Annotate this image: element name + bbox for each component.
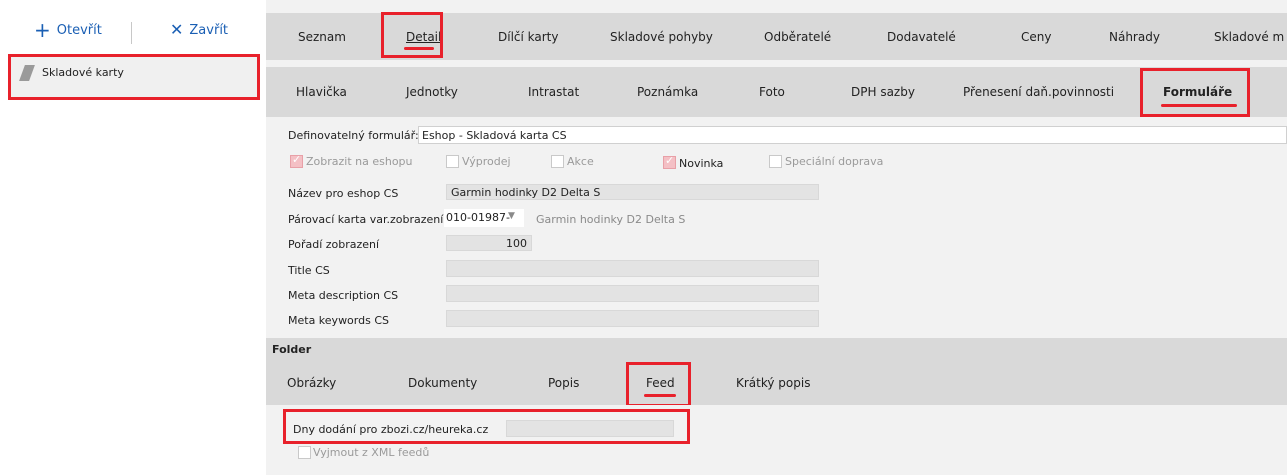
meta-kw-label: Meta keywords CS xyxy=(288,314,389,327)
def-form-value: Eshop - Skladová karta CS xyxy=(422,129,567,142)
pair-select[interactable]: 010-01987- ▼ xyxy=(444,209,524,227)
folder-title: Folder xyxy=(272,343,312,356)
tab-nahrady[interactable]: Náhrady xyxy=(1109,30,1160,44)
name-value: Garmin hodinky D2 Delta S xyxy=(451,186,601,199)
tab-skladove-m[interactable]: Skladové m xyxy=(1214,30,1284,44)
checkbox-specialni-doprava[interactable] xyxy=(769,155,782,168)
highlight-detail-tab xyxy=(381,12,443,58)
highlight-feed-tab xyxy=(626,362,691,407)
chevron-down-icon: ▼ xyxy=(508,211,515,221)
checkbox-novinka[interactable] xyxy=(663,154,676,169)
order-value: 100 xyxy=(506,237,527,250)
checkbox-zobrazit-label: Zobrazit na eshopu xyxy=(306,155,413,168)
tab-popis[interactable]: Popis xyxy=(548,376,579,390)
def-form-field[interactable]: Eshop - Skladová karta CS xyxy=(418,126,1287,144)
checkbox-akce-label: Akce xyxy=(567,155,594,168)
tab-preneseni[interactable]: Přenesení daň.povinnosti xyxy=(963,85,1114,99)
name-field[interactable]: Garmin hodinky D2 Delta S xyxy=(446,184,819,200)
tab-dokumenty[interactable]: Dokumenty xyxy=(408,376,477,390)
tab-ceny[interactable]: Ceny xyxy=(1021,30,1051,44)
checkbox-akce[interactable] xyxy=(551,155,564,168)
close-button[interactable]: ✕ Zavřít xyxy=(170,22,228,38)
sub-tab-bar: Hlavička Jednotky Intrastat Poznámka Fot… xyxy=(266,67,1287,117)
title-label: Title CS xyxy=(288,264,330,277)
form-panel: Definovatelný formulář: Eshop - Skladová… xyxy=(266,120,1287,338)
checkbox-vyprodej-label: Výprodej xyxy=(462,155,511,168)
name-label: Název pro eshop CS xyxy=(288,187,399,200)
tab-dodavatele[interactable]: Dodavatelé xyxy=(887,30,956,44)
def-form-label: Definovatelný formulář: xyxy=(288,129,419,142)
title-field[interactable] xyxy=(446,260,819,277)
pair-value: 010-01987- xyxy=(446,211,510,224)
checkbox-novinka-label: Novinka xyxy=(679,157,724,170)
open-label: Otevřít xyxy=(56,22,102,38)
pair-label: Párovací karta var.zobrazení xyxy=(288,213,444,226)
checkbox-zobrazit[interactable] xyxy=(290,153,303,168)
tab-seznam[interactable]: Seznam xyxy=(298,30,346,44)
pair-desc: Garmin hodinky D2 Delta S xyxy=(536,213,686,226)
checkbox-vyprodej[interactable] xyxy=(446,155,459,168)
tab-odberatele[interactable]: Odběratelé xyxy=(764,30,831,44)
plus-icon: + xyxy=(34,18,51,42)
highlight-nav-item xyxy=(8,54,260,100)
tab-kratky-popis[interactable]: Krátký popis xyxy=(736,376,810,390)
order-field[interactable]: 100 xyxy=(446,235,532,251)
close-label: Zavřít xyxy=(189,22,229,38)
tab-poznamka[interactable]: Poznámka xyxy=(637,85,698,99)
meta-kw-field[interactable] xyxy=(446,310,819,327)
close-icon: ✕ xyxy=(170,20,184,39)
highlight-formulare-tab xyxy=(1140,68,1250,117)
open-button[interactable]: + Otevřít xyxy=(34,18,102,42)
tab-obrazky[interactable]: Obrázky xyxy=(287,376,336,390)
checkbox-specialni-doprava-label: Speciální doprava xyxy=(785,155,884,168)
checkbox-exclude-xml[interactable] xyxy=(298,446,311,459)
highlight-days-field xyxy=(283,409,690,444)
tab-dph-sazby[interactable]: DPH sazby xyxy=(851,85,915,99)
tab-jednotky[interactable]: Jednotky xyxy=(406,85,458,99)
main-area: Seznam Detail Dílčí karty Skladové pohyb… xyxy=(266,0,1287,475)
toolbar-divider xyxy=(131,22,132,44)
meta-desc-field[interactable] xyxy=(446,285,819,302)
tab-dilci-karty[interactable]: Dílčí karty xyxy=(498,30,559,44)
left-panel: + Otevřít ✕ Zavřít Skladové karty xyxy=(0,0,262,475)
tab-intrastat[interactable]: Intrastat xyxy=(528,85,579,99)
folder-bar: Folder Obrázky Dokumenty Popis Feed Krát… xyxy=(266,338,1287,405)
tab-skladove-pohyby[interactable]: Skladové pohyby xyxy=(610,30,713,44)
meta-desc-label: Meta description CS xyxy=(288,289,399,302)
tab-hlavicka[interactable]: Hlavička xyxy=(296,85,347,99)
tab-foto[interactable]: Foto xyxy=(759,85,785,99)
order-label: Pořadí zobrazení xyxy=(288,238,380,251)
checkbox-exclude-xml-label: Vyjmout z XML feedů xyxy=(313,446,430,459)
